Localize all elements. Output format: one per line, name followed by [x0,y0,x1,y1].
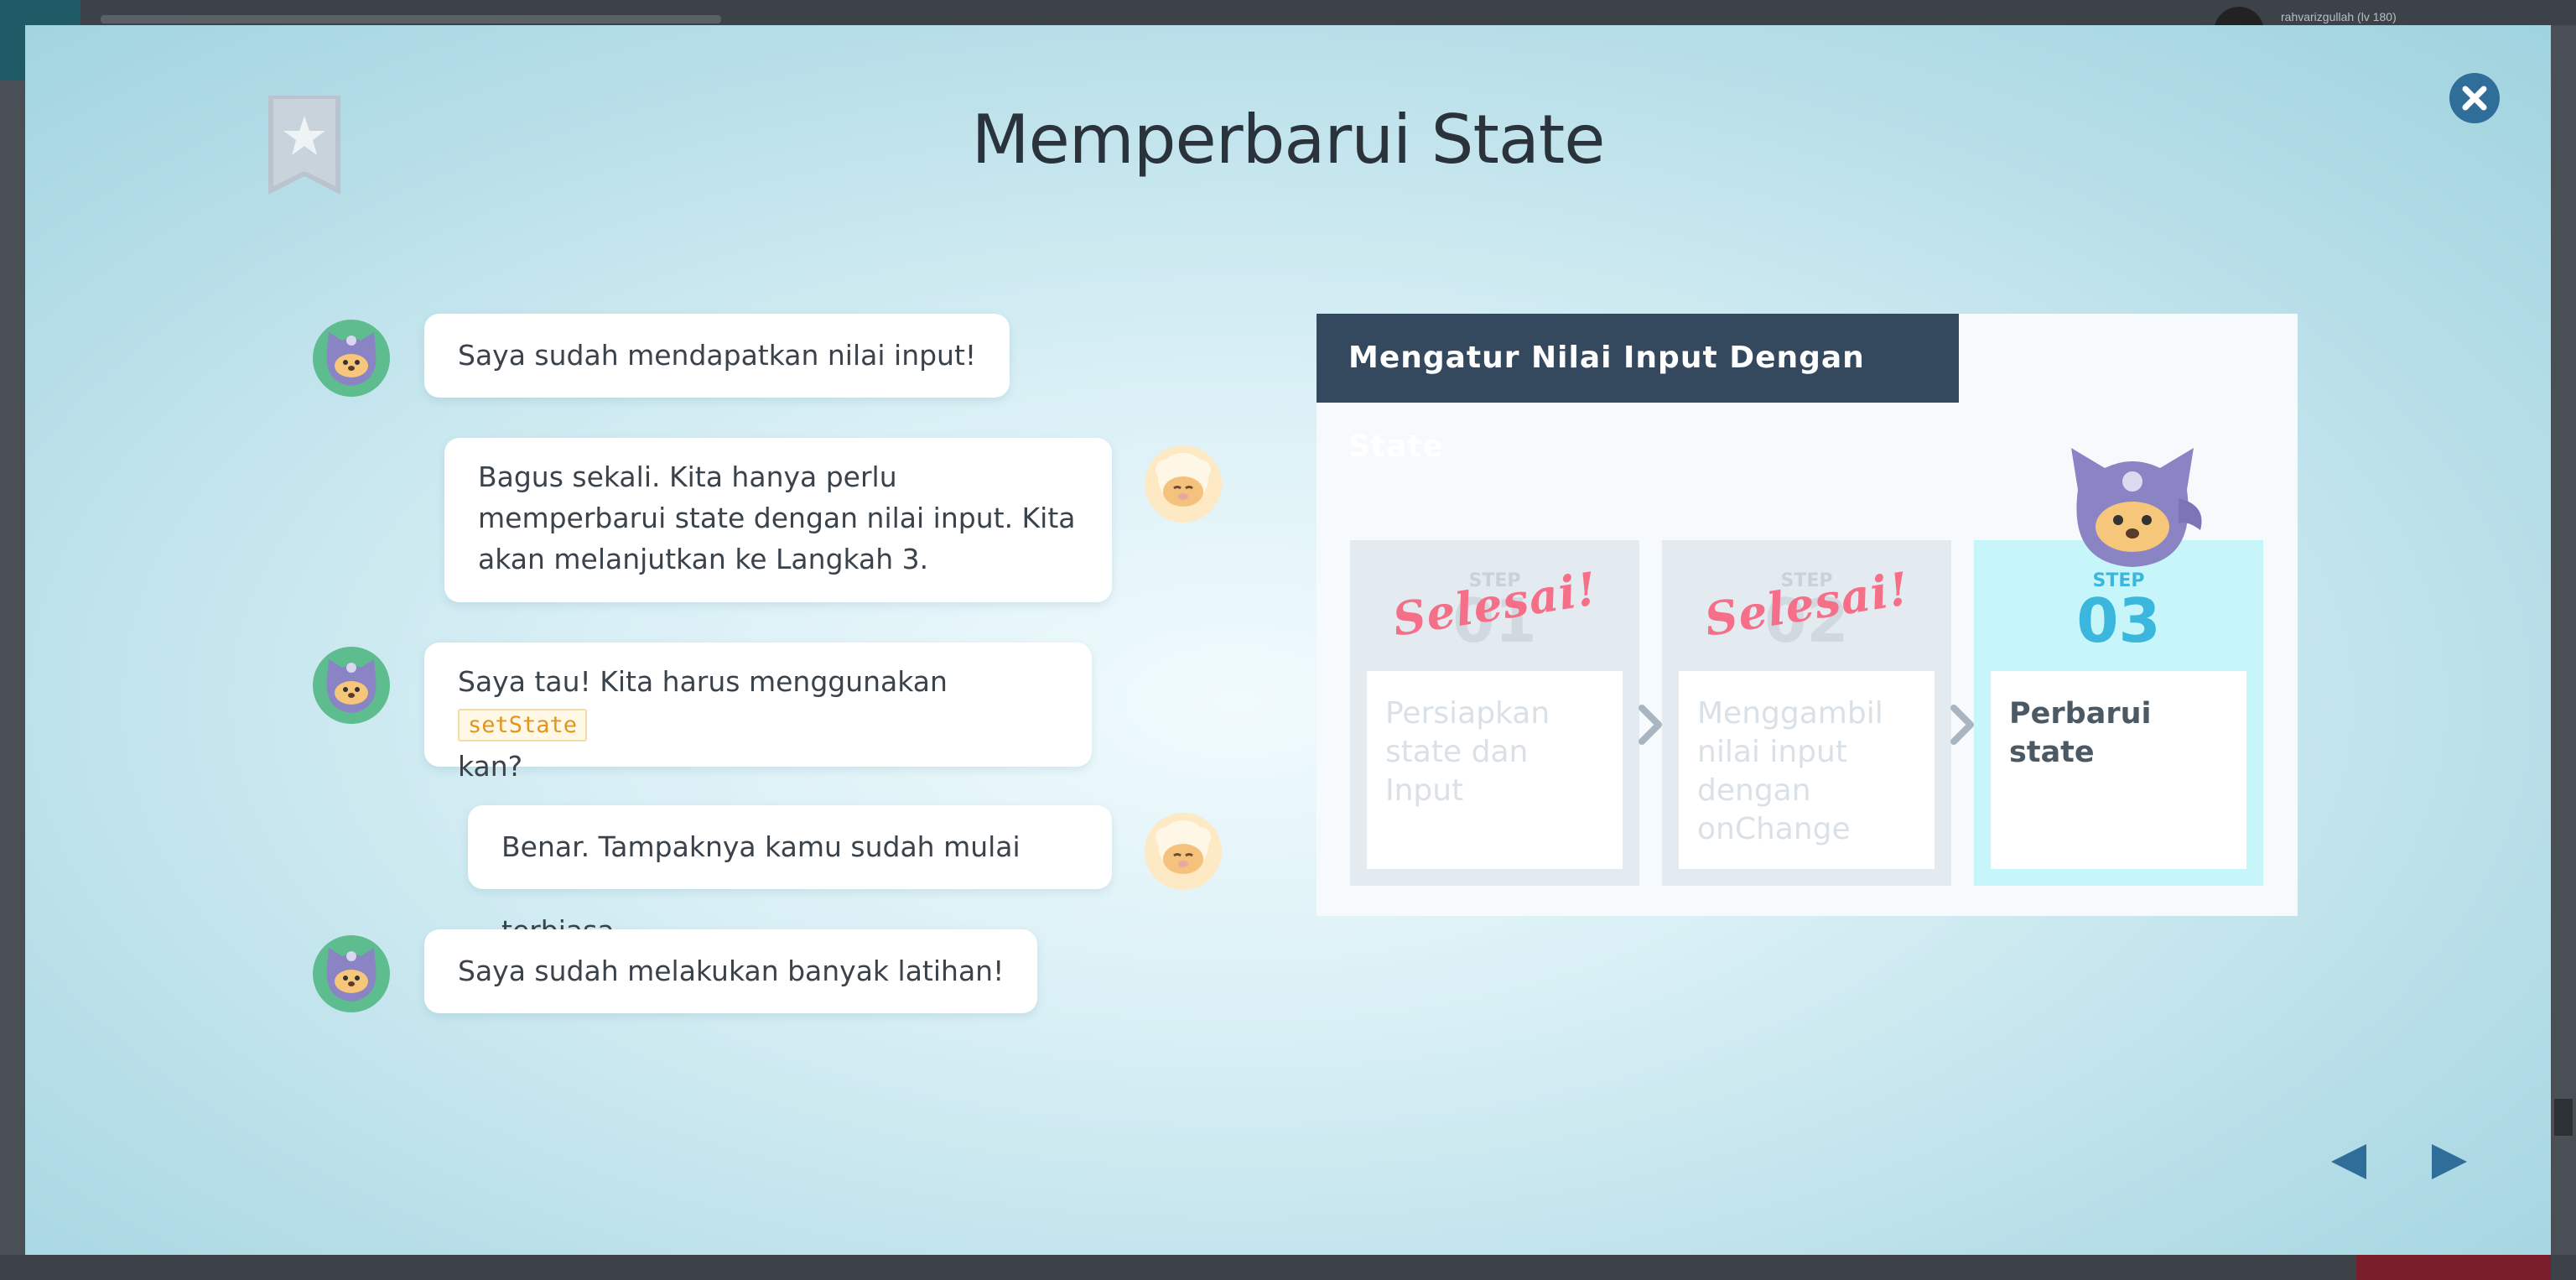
background-user-label: rahvarizgullah (lv 180) [2281,10,2397,23]
step-description: Menggambil nilai input dengan onChange [1679,671,1935,869]
progress-panel: Mengatur Nilai Input Dengan State STEP 0… [1317,314,2298,916]
chat-bubble: Bagus sekali. Kita hanya perlu memperbar… [444,438,1112,602]
background-bottombar [0,1255,2576,1280]
sheep-avatar [1145,445,1222,523]
chat-bubble: Saya sudah melakukan banyak latihan! [424,929,1038,1013]
chat-text: Saya tau! Kita harus menggunakan [458,665,948,698]
sheep-avatar [1145,813,1222,890]
step-number: 03 [2076,585,2161,656]
close-icon[interactable] [2449,72,2501,124]
step-card-3: STEP 03 Perbarui state [1974,540,2263,886]
chat-text: Bagus sekali. Kita hanya perlu memperbar… [478,460,1076,575]
code-snippet: setState [458,709,588,741]
chevron-right-icon [1950,705,1974,745]
next-arrow-icon[interactable] [2428,1141,2470,1183]
background-search-bar [101,15,721,23]
prev-arrow-icon[interactable] [2328,1141,2370,1183]
step-description: Perbarui state [1991,671,2246,869]
chat-bubble: Benar. Tampaknya kamu sudah mulai terbia… [468,805,1112,947]
step-card-2: STEP 02 Selesai! Menggambil nilai input … [1662,540,1951,886]
step-description: Persiapkan state dan Input [1367,671,1623,869]
chat-text: Saya sudah melakukan banyak latihan! [458,955,1005,987]
ninja-avatar [313,647,390,724]
ninja-avatar [313,935,390,1012]
ninja-mascot-image [2071,448,2202,567]
page-title: Memperbarui State [971,101,1606,179]
chevron-right-icon [1639,705,1662,745]
chat-bubble: Saya tau! Kita harus menggunakan setStat… [424,643,1092,783]
chat-text: Saya sudah mendapatkan nilai input! [458,339,977,372]
background-scrollbar [2554,1099,2573,1136]
panel-title: Mengatur Nilai Input Dengan State [1317,314,1959,464]
step-card-1: STEP 01 Selesai! Persiapkan state dan In… [1350,540,1639,886]
lesson-modal: Memperbarui State Saya sudah mendapatkan… [25,25,2551,1255]
chat-text: kan? [458,750,523,783]
chat-bubble: Saya sudah mendapatkan nilai input! [424,314,1010,398]
ninja-avatar [313,320,390,397]
